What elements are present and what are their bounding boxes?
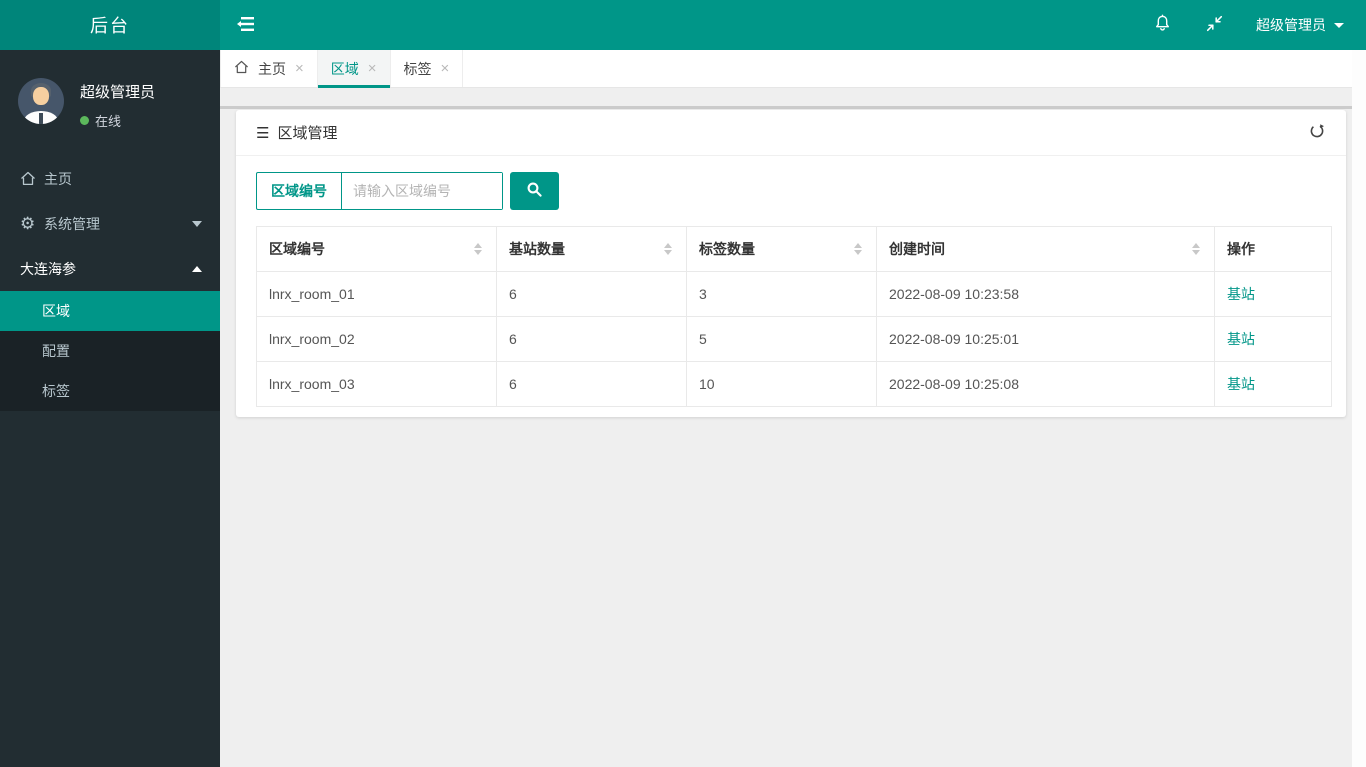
close-icon[interactable]: × xyxy=(441,61,450,76)
home-icon xyxy=(20,171,44,186)
sort-icon[interactable] xyxy=(854,243,864,255)
sort-icon[interactable] xyxy=(1192,243,1202,255)
table-row: lnrx_room_02 6 5 2022-08-09 10:25:01 基站 xyxy=(256,316,1332,362)
column-header-tags[interactable]: 标签数量 xyxy=(686,226,877,272)
cell-tags: 3 xyxy=(686,271,877,317)
tab-bar: 主页 × 区域 × 标签 × xyxy=(220,50,1366,88)
sidebar-user-name: 超级管理员 xyxy=(80,84,156,101)
refresh-button[interactable] xyxy=(1302,118,1332,148)
navbar-right-group: 超级管理员 xyxy=(1136,0,1356,50)
sidebar-user-panel: 超级管理员 在线 xyxy=(0,50,220,140)
fullscreen-button[interactable] xyxy=(1189,0,1240,50)
chevron-up-icon xyxy=(192,265,202,272)
avatar xyxy=(18,78,64,124)
search-input[interactable] xyxy=(342,173,502,209)
panel-title: ☰ 区域管理 xyxy=(256,122,337,143)
sidebar-item-dalian-haishen[interactable]: 大连海参 xyxy=(0,246,220,291)
sidebar-item-label: 标签 xyxy=(42,383,70,399)
user-menu-label: 超级管理员 xyxy=(1256,17,1326,33)
column-header-actions: 操作 xyxy=(1214,226,1332,272)
base-station-link[interactable]: 基站 xyxy=(1227,286,1255,302)
base-station-link[interactable]: 基站 xyxy=(1227,376,1255,392)
sidebar-toggle-icon xyxy=(237,16,255,34)
refresh-icon xyxy=(1308,122,1326,144)
cell-region-id: lnrx_room_02 xyxy=(256,316,497,362)
cell-stations: 6 xyxy=(496,316,687,362)
column-header-region-id[interactable]: 区域编号 xyxy=(256,226,497,272)
panel-title-text: 区域管理 xyxy=(277,125,338,142)
sidebar-item-region[interactable]: 区域 xyxy=(0,291,220,331)
column-header-created[interactable]: 创建时间 xyxy=(876,226,1215,272)
sidebar-item-label: 配置 xyxy=(42,343,70,359)
notifications-button[interactable] xyxy=(1136,0,1189,50)
search-field-label: 区域编号 xyxy=(257,173,342,209)
close-icon[interactable]: × xyxy=(368,61,377,76)
panel-header: ☰ 区域管理 xyxy=(236,110,1346,156)
online-status-label: 在线 xyxy=(95,114,122,129)
list-menu-icon: ☰ xyxy=(256,124,270,142)
column-header-stations[interactable]: 基站数量 xyxy=(496,226,687,272)
sidebar-submenu: 区域 配置 标签 xyxy=(0,291,220,411)
vertical-scrollbar[interactable] xyxy=(1352,50,1366,767)
search-input-group: 区域编号 xyxy=(256,172,503,210)
top-navbar: 后台 超级管理员 xyxy=(0,0,1366,50)
cell-region-id: lnrx_room_01 xyxy=(256,271,497,317)
sidebar-item-system-management[interactable]: ⚙ 系统管理 xyxy=(0,201,220,246)
sidebar-menu: 主页 ⚙ 系统管理 大连海参 区域 配置 标签 xyxy=(0,156,220,411)
sidebar: 超级管理员 在线 主页 ⚙ 系统管理 大连海参 区域 配置 标签 xyxy=(0,50,220,767)
content-divider xyxy=(220,106,1352,109)
tab-tags[interactable]: 标签 × xyxy=(391,50,464,87)
sidebar-item-tags[interactable]: 标签 xyxy=(0,371,220,411)
panel-body: 区域编号 区域编号 xyxy=(236,156,1346,417)
sort-icon[interactable] xyxy=(474,243,484,255)
sidebar-item-label: 主页 xyxy=(44,170,72,187)
tab-home[interactable]: 主页 × xyxy=(220,50,318,87)
cell-created: 2022-08-09 10:23:58 xyxy=(876,271,1215,317)
sort-icon[interactable] xyxy=(664,243,674,255)
table-row: lnrx_room_01 6 3 2022-08-09 10:23:58 基站 xyxy=(256,271,1332,317)
content-area: ☰ 区域管理 区域编号 请输入区域编号 区域编号 基站数量 标签数量 创建时间 … xyxy=(220,88,1352,767)
cell-created: 2022-08-09 10:25:01 xyxy=(876,316,1215,362)
table-row: lnrx_room_03 6 10 2022-08-09 10:25:08 基站 xyxy=(256,361,1332,407)
base-station-link[interactable]: 基站 xyxy=(1227,331,1255,347)
sidebar-item-config[interactable]: 配置 xyxy=(0,331,220,371)
compress-icon xyxy=(1206,15,1223,35)
online-status-dot xyxy=(80,116,89,125)
cell-tags: 5 xyxy=(686,316,877,362)
sidebar-item-label: 大连海参 xyxy=(20,260,76,277)
cell-stations: 6 xyxy=(496,271,687,317)
chevron-down-icon xyxy=(192,220,202,227)
sidebar-user-status: 在线 xyxy=(80,111,155,130)
close-icon[interactable]: × xyxy=(295,61,304,76)
search-button[interactable] xyxy=(510,172,559,210)
tab-label: 主页 xyxy=(258,60,286,77)
sidebar-toggle-button[interactable] xyxy=(220,0,272,50)
search-icon xyxy=(526,181,543,201)
sidebar-item-label: 系统管理 xyxy=(44,215,100,232)
home-icon xyxy=(234,60,249,77)
chevron-down-icon xyxy=(1334,22,1344,28)
sidebar-item-home[interactable]: 主页 xyxy=(0,156,220,201)
gear-icon: ⚙ xyxy=(20,214,36,233)
regions-table: 区域编号 基站数量 标签数量 创建时间 操作 lnrx_room_01 6 3 … xyxy=(256,226,1332,407)
cell-tags: 10 xyxy=(686,361,877,407)
table-header-row: 区域编号 基站数量 标签数量 创建时间 操作 xyxy=(256,226,1332,272)
bell-icon xyxy=(1153,14,1172,36)
tab-region[interactable]: 区域 × xyxy=(317,50,391,88)
tab-label: 区域 xyxy=(330,60,359,77)
user-menu-button[interactable]: 超级管理员 xyxy=(1240,0,1356,50)
tab-label: 标签 xyxy=(403,60,432,77)
cell-region-id: lnrx_room_03 xyxy=(256,361,497,407)
sidebar-item-label: 区域 xyxy=(42,303,70,319)
app-logo[interactable]: 后台 xyxy=(0,0,220,50)
region-management-panel: ☰ 区域管理 区域编号 请输入区域编号 区域编号 基站数量 标签数量 创建时间 … xyxy=(236,110,1346,417)
search-row: 区域编号 xyxy=(256,172,1331,210)
cell-created: 2022-08-09 10:25:08 xyxy=(876,361,1215,407)
cell-stations: 6 xyxy=(496,361,687,407)
